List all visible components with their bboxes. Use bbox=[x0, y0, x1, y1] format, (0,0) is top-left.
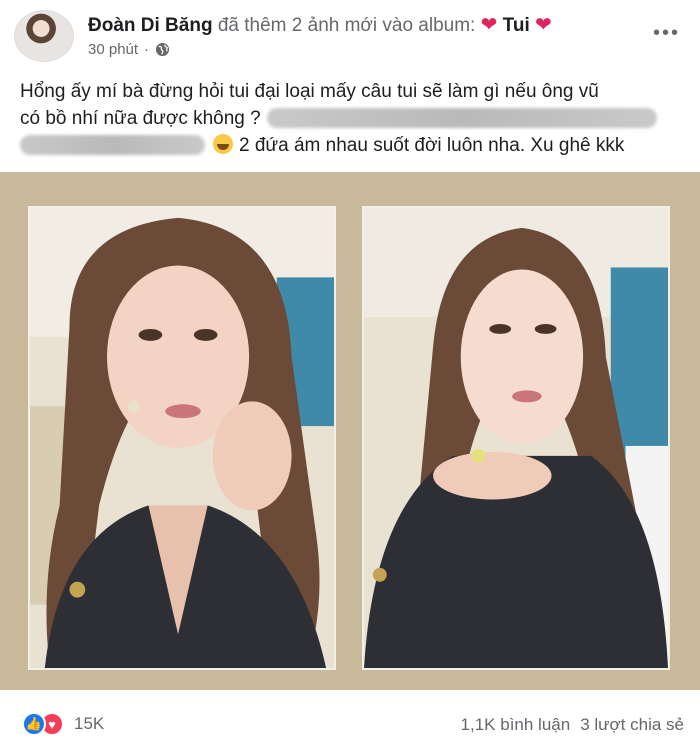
emoji-icon bbox=[213, 134, 233, 154]
comments-count[interactable]: 1,1K bình luận bbox=[461, 715, 571, 735]
shares-count[interactable]: 3 lượt chia sẻ bbox=[580, 715, 684, 735]
post-photo[interactable] bbox=[362, 206, 670, 670]
like-icon: 👍 bbox=[22, 712, 46, 736]
author-name[interactable]: Đoàn Di Băng bbox=[88, 15, 213, 36]
post-text-line: Hổng ấy mí bà đừng hỏi tui đại loại mấy … bbox=[20, 81, 599, 102]
post-header: Đoàn Di Băng đã thêm 2 ảnh mới vào album… bbox=[0, 0, 700, 64]
redacted-text bbox=[20, 135, 205, 155]
post-text-line: 2 đứa ám nhau suốt đời luôn nha. Xu ghê … bbox=[239, 135, 625, 156]
post-header-line: Đoàn Di Băng đã thêm 2 ảnh mới vào album… bbox=[88, 12, 552, 37]
album-name[interactable]: Tui bbox=[503, 15, 530, 36]
post-action-text: đã thêm 2 ảnh mới vào album: bbox=[217, 15, 476, 36]
redacted-text bbox=[266, 108, 657, 128]
globe-icon bbox=[155, 42, 170, 57]
avatar[interactable] bbox=[14, 10, 74, 62]
post-meta: 30 phút · bbox=[88, 41, 170, 58]
post-time[interactable]: 30 phút bbox=[88, 41, 138, 58]
more-options-button[interactable]: ••• bbox=[653, 22, 680, 45]
photo-album-panel bbox=[0, 172, 700, 690]
post-text-line: có bồ nhí nữa được không ? bbox=[20, 108, 261, 129]
heart-icon: ❤ bbox=[535, 14, 552, 36]
post-text: Hổng ấy mí bà đừng hỏi tui đại loại mấy … bbox=[20, 78, 690, 159]
reactions-summary[interactable]: 👍 ♥ 15K bbox=[22, 712, 104, 736]
post-footer: 👍 ♥ 15K 1,1K bình luận 3 lượt chia sẻ bbox=[0, 700, 700, 747]
heart-icon: ❤ bbox=[480, 14, 498, 36]
post-photo[interactable] bbox=[28, 206, 336, 670]
reaction-count: 15K bbox=[74, 714, 105, 733]
post-stats: 1,1K bình luận 3 lượt chia sẻ bbox=[461, 715, 684, 735]
